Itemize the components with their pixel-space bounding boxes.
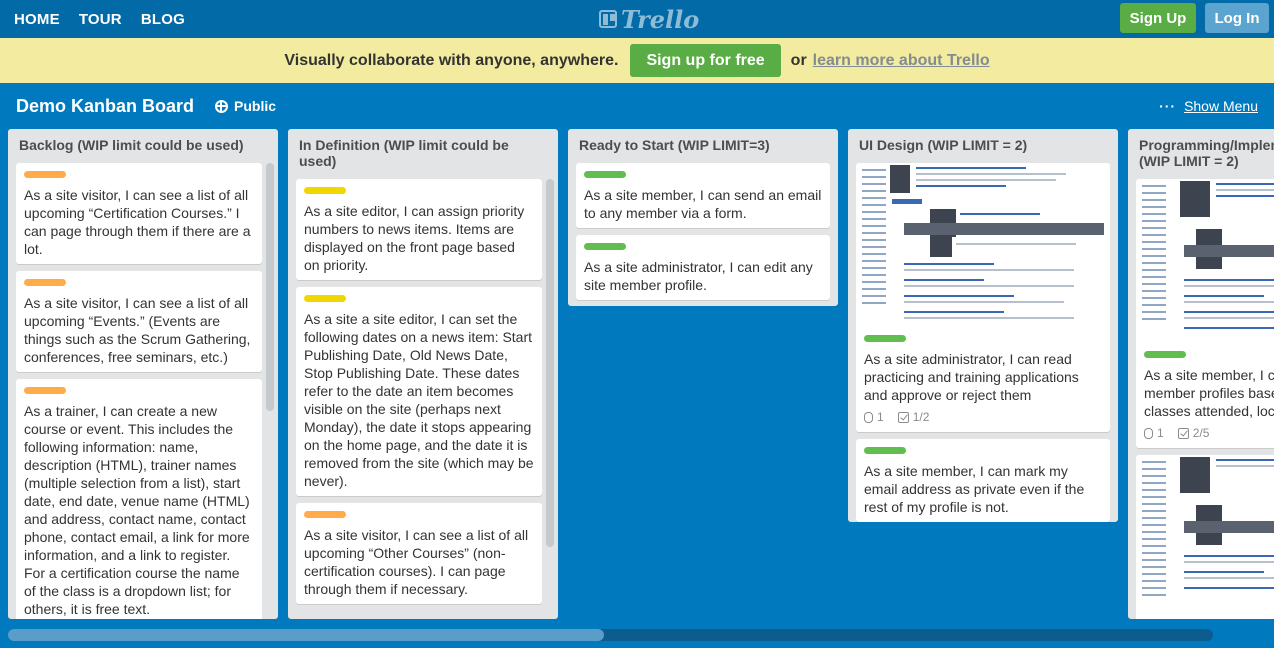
card[interactable]: As a site a site editor, I can set the f… xyxy=(296,287,542,496)
card[interactable]: As a site visitor, I can see a list of a… xyxy=(296,503,542,604)
attachment-badge: 1 xyxy=(1144,424,1164,442)
list-programming: Programming/Implementation (WIP LIMIT = … xyxy=(1128,129,1274,619)
card-title: As a site administrator, I can read prac… xyxy=(864,351,1079,403)
list-ui-design: UI Design (WIP LIMIT = 2) As a site admi… xyxy=(848,129,1118,522)
card-label-yellow xyxy=(304,187,346,194)
card-label-green xyxy=(584,243,626,250)
card-label-orange xyxy=(24,279,66,286)
list-title[interactable]: Programming/Implementation (WIP LIMIT = … xyxy=(1128,129,1274,169)
card-badges: 1 2/5 xyxy=(1144,424,1274,442)
card-title: As a trainer, I can create a new course … xyxy=(24,403,250,617)
more-dots-icon: ··· xyxy=(1159,98,1177,114)
list-cards: As a site member, I can send an email to… xyxy=(576,163,830,306)
board-scrollbar-thumb[interactable] xyxy=(8,629,604,641)
checklist-icon xyxy=(897,411,909,423)
show-menu-label: Show Menu xyxy=(1184,98,1258,114)
card[interactable]: As a trainer, I can create a new course … xyxy=(16,379,262,619)
list-in-definition: In Definition (WIP limit could be used) … xyxy=(288,129,558,619)
card-cover-image xyxy=(1136,179,1274,343)
globe-icon xyxy=(215,99,228,113)
learn-more-link[interactable]: learn more about Trello xyxy=(813,52,990,70)
card-label-yellow xyxy=(304,295,346,302)
promo-or-text: or xyxy=(790,51,807,69)
nav-links: HOME TOUR BLOG xyxy=(14,0,204,38)
list-title[interactable]: In Definition (WIP limit could be used) xyxy=(288,129,558,169)
list-title[interactable]: Ready to Start (WIP LIMIT=3) xyxy=(568,129,838,153)
card-title: As a site member, I can search member pr… xyxy=(1144,367,1274,419)
card-cover-image xyxy=(856,163,1110,327)
list-cards: As a site visitor, I can see a list of a… xyxy=(16,163,262,619)
card-title: As a site visitor, I can see a list of a… xyxy=(304,527,529,597)
list-cards: As a site administrator, I can read prac… xyxy=(856,163,1110,522)
card-label-green xyxy=(864,447,906,454)
promo-text: Visually collaborate with anyone, anywhe… xyxy=(284,51,619,69)
card-label-orange xyxy=(24,387,66,394)
card-cover-image xyxy=(1136,455,1274,619)
card-title: As a site editor, I can assign priority … xyxy=(304,203,525,273)
card[interactable]: As a site administrator, I can edit any … xyxy=(576,235,830,300)
trello-board-icon xyxy=(599,10,617,28)
board-header: Demo Kanban Board Public ··· Show Menu xyxy=(0,83,1274,129)
logo-wordmark: Trello xyxy=(621,4,700,34)
list-backlog: Backlog (WIP limit could be used) As a s… xyxy=(8,129,278,619)
sign-up-button[interactable]: Sign Up xyxy=(1120,3,1196,33)
card-label-orange xyxy=(24,171,66,178)
card[interactable]: As a site administrator, I can read prac… xyxy=(856,163,1110,432)
card[interactable]: As a site editor, I can assign priority … xyxy=(296,179,542,280)
list-scrollbar[interactable] xyxy=(546,179,554,547)
checklist-badge: 2/5 xyxy=(1177,424,1210,442)
show-menu-button[interactable]: ··· Show Menu xyxy=(1159,98,1258,114)
card-title: As a site a site editor, I can set the f… xyxy=(304,311,534,489)
card-title: As a site visitor, I can see a list of a… xyxy=(24,187,251,257)
checklist-count: 2/5 xyxy=(1192,426,1210,440)
sign-up-free-button[interactable]: Sign up for free xyxy=(630,44,781,77)
visibility-button[interactable]: Public xyxy=(215,98,276,114)
nav-blog-link[interactable]: BLOG xyxy=(141,11,185,28)
card-title: As a site member, I can send an email to… xyxy=(584,187,822,221)
list-cards: As a site editor, I can assign priority … xyxy=(296,179,542,611)
card-label-green xyxy=(864,335,906,342)
card[interactable]: As a site member, I can send an email to… xyxy=(576,163,830,228)
card-label-orange xyxy=(304,511,346,518)
paperclip-icon xyxy=(864,411,873,423)
card[interactable]: As a site visitor, I can see a list of a… xyxy=(16,271,262,372)
attachment-count: 1 xyxy=(877,410,884,424)
card[interactable]: As a site member, I can mark my email ad… xyxy=(856,439,1110,522)
nav-tour-link[interactable]: TOUR xyxy=(79,11,122,28)
card-badges: 1 1/2 xyxy=(864,408,1102,426)
nav-home-link[interactable]: HOME xyxy=(14,11,60,28)
list-cards: As a site member, I can search member pr… xyxy=(1136,179,1274,619)
list-title-text: Programming/Implementation (WIP LIMIT = … xyxy=(1139,137,1274,169)
list-scrollbar[interactable] xyxy=(266,163,274,411)
promo-banner: Visually collaborate with anyone, anywhe… xyxy=(0,38,1274,83)
checklist-badge: 1/2 xyxy=(897,408,930,426)
paperclip-icon xyxy=(1144,427,1153,439)
card[interactable]: As a site visitor, I can see a list of a… xyxy=(16,163,262,264)
card-title: As a site visitor, I can see a list of a… xyxy=(24,295,251,365)
checklist-count: 1/2 xyxy=(912,410,930,424)
checklist-icon xyxy=(1177,427,1189,439)
attachment-badge: 1 xyxy=(864,408,884,426)
list-title[interactable]: UI Design (WIP LIMIT = 2) xyxy=(848,129,1118,153)
card-title: As a site administrator, I can edit any … xyxy=(584,259,813,293)
board-title[interactable]: Demo Kanban Board xyxy=(16,96,194,117)
visibility-label: Public xyxy=(234,98,277,114)
card[interactable] xyxy=(1136,455,1274,619)
card-title: As a site member, I can mark my email ad… xyxy=(864,463,1085,515)
top-nav: HOME TOUR BLOG Trello Sign Up Log In xyxy=(0,0,1274,38)
card[interactable]: As a site member, I can search member pr… xyxy=(1136,179,1274,448)
card-label-green xyxy=(584,171,626,178)
trello-logo[interactable]: Trello xyxy=(599,4,700,34)
attachment-count: 1 xyxy=(1157,426,1164,440)
list-ready-to-start: Ready to Start (WIP LIMIT=3) As a site m… xyxy=(568,129,838,306)
list-title[interactable]: Backlog (WIP limit could be used) xyxy=(8,129,278,153)
log-in-button[interactable]: Log In xyxy=(1205,3,1269,33)
card-label-green xyxy=(1144,351,1186,358)
